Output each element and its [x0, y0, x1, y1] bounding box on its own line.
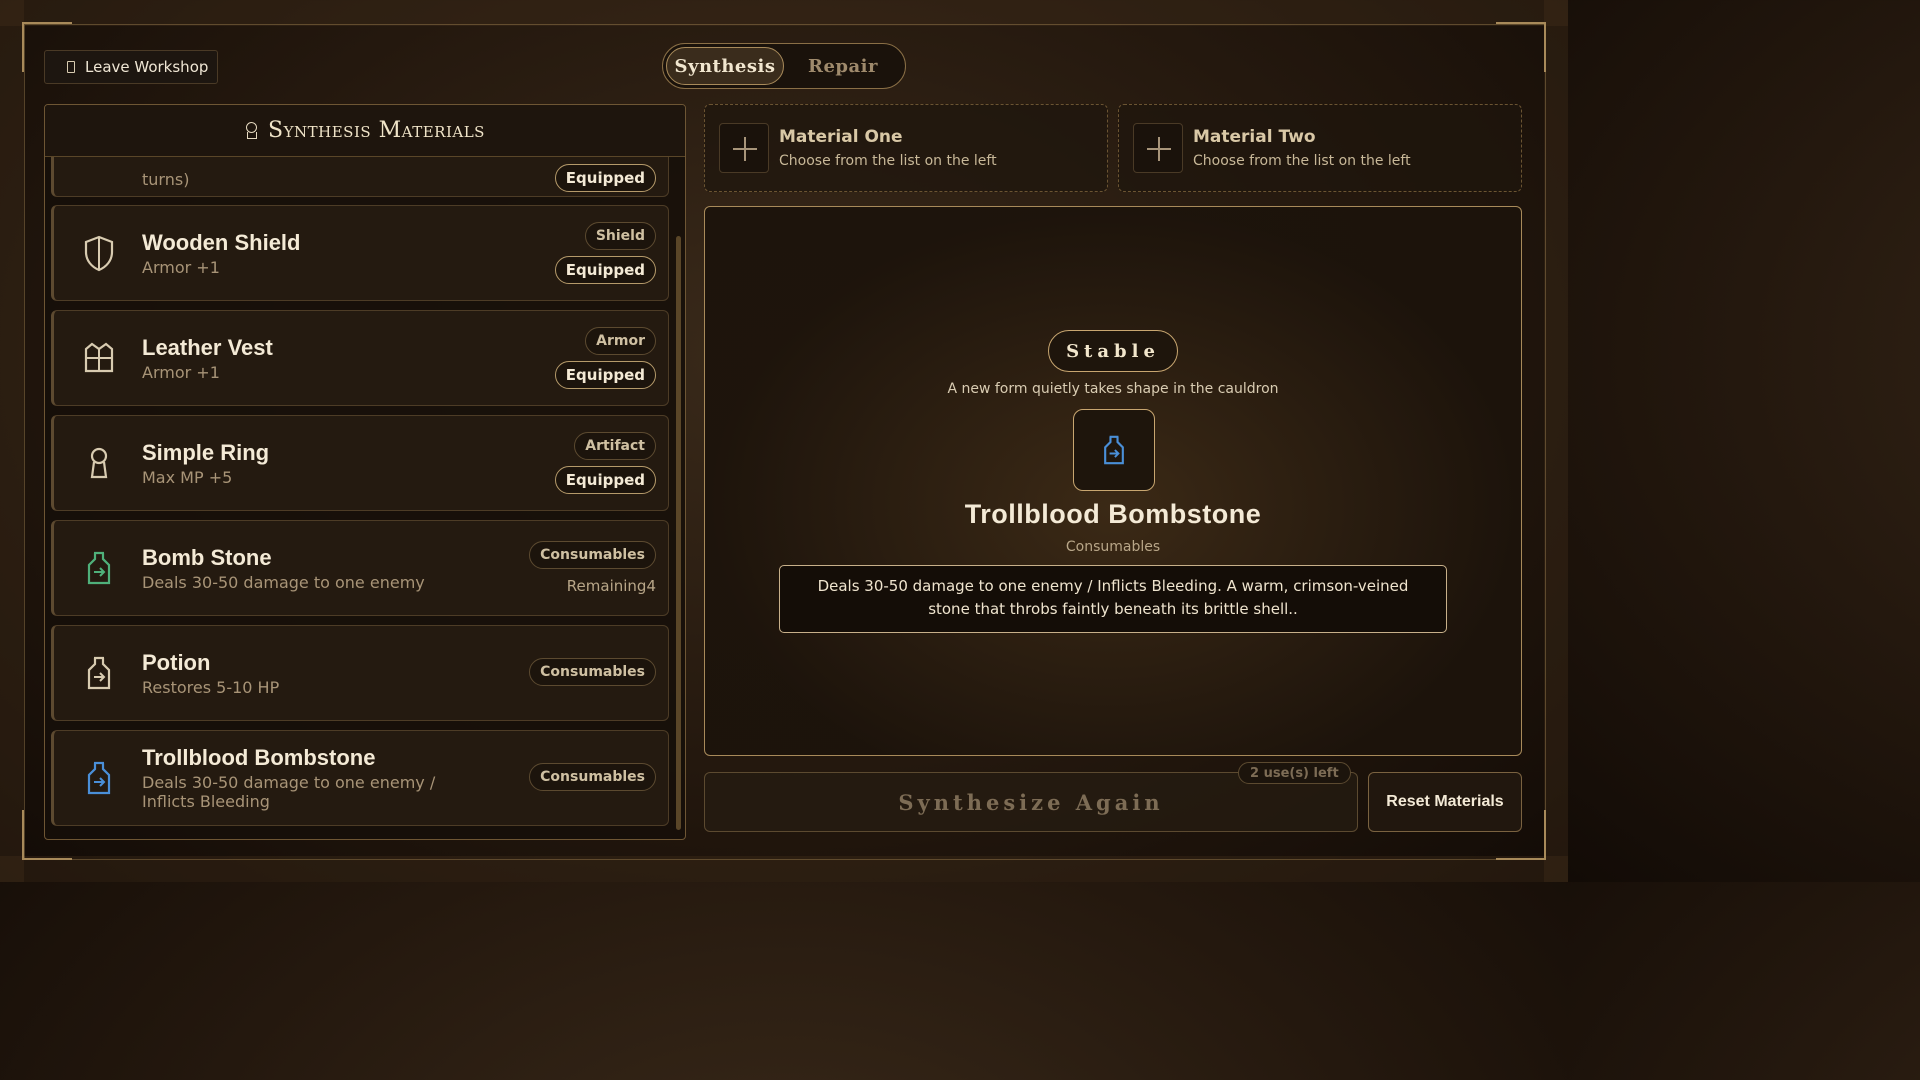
door-icon [67, 61, 75, 73]
item-description: Deals 30-50 damage to one enemy [142, 573, 425, 592]
ring-icon [245, 122, 258, 139]
reset-materials-button[interactable]: Reset Materials [1368, 772, 1522, 832]
list-item-bomb-stone[interactable]: Bomb Stone Deals 30-50 damage to one ene… [51, 520, 669, 616]
bottle-icon [87, 656, 111, 690]
list-item-trollblood-bombstone[interactable]: Trollblood Bombstone Deals 30-50 damage … [51, 730, 669, 826]
materials-list[interactable]: turns) Equipped Wooden Shield Armor +1 S… [51, 105, 669, 837]
list-item-leather-vest[interactable]: Leather Vest Armor +1 Armor Equipped [51, 310, 669, 406]
slot-hint: Choose from the list on the left [1193, 153, 1411, 169]
bottle-icon [87, 761, 111, 795]
item-name: Bomb Stone [142, 545, 272, 570]
shield-icon [84, 235, 114, 272]
slot-title: Material One [779, 127, 903, 147]
list-item-potion[interactable]: Potion Restores 5-10 HP Consumables [51, 625, 669, 721]
slot-title: Material Two [1193, 127, 1316, 147]
synthesis-result-panel: Stable A new form quietly takes shape in… [704, 206, 1522, 756]
slot-hint: Choose from the list on the left [779, 153, 997, 169]
materials-panel: Synthesis Materials turns) Equipped Wood… [44, 104, 686, 840]
leave-workshop-button[interactable]: Leave Workshop [44, 50, 218, 84]
equipped-badge: Equipped [554, 466, 656, 494]
mode-tabs: Synthesis Repair [662, 43, 906, 89]
material-one-slot[interactable]: Material One Choose from the list on the… [704, 104, 1108, 192]
plus-icon [719, 123, 769, 173]
item-description: Armor +1 [142, 363, 220, 382]
vest-icon [84, 342, 114, 373]
tab-synthesis[interactable]: Synthesis [666, 47, 784, 85]
category-badge: Consumables [529, 541, 656, 569]
list-item-simple-ring[interactable]: Simple Ring Max MP +5 Artifact Equipped [51, 415, 669, 511]
result-item-name: Trollblood Bombstone [964, 499, 1262, 529]
plus-icon [1133, 123, 1183, 173]
bottle-icon [87, 551, 111, 585]
item-description: Armor +1 [142, 258, 220, 277]
item-description: Max MP +5 [142, 468, 233, 487]
remaining-count: Remaining4 [566, 577, 656, 595]
uses-left-badge: 2 use(s) left [1238, 762, 1351, 784]
frame-corner [1496, 22, 1546, 72]
material-two-slot[interactable]: Material Two Choose from the list on the… [1118, 104, 1522, 192]
equipped-badge: Equipped [554, 361, 656, 389]
item-name: Simple Ring [142, 440, 270, 465]
ring-icon [90, 447, 108, 479]
materials-panel-header: Synthesis Materials [45, 105, 685, 157]
stability-badge: Stable [1048, 330, 1178, 372]
item-name: Trollblood Bombstone [142, 745, 376, 770]
item-description: turns) [142, 170, 190, 189]
category-badge: Shield [584, 222, 656, 250]
list-item-wooden-shield[interactable]: Wooden Shield Armor +1 Shield Equipped [51, 205, 669, 301]
equipped-badge: Equipped [554, 164, 656, 192]
category-badge: Armor [585, 327, 656, 355]
equipped-badge: Equipped [554, 256, 656, 284]
item-description: Deals 30-50 damage to one enemy / Inflic… [142, 773, 436, 811]
materials-scrollbar[interactable] [676, 236, 681, 830]
result-item-category: Consumables [1065, 539, 1161, 555]
result-item-description: Deals 30-50 damage to one enemy / Inflic… [779, 565, 1447, 633]
bottle-icon [1104, 435, 1124, 465]
tab-repair[interactable]: Repair [784, 47, 902, 85]
category-badge: Consumables [529, 658, 656, 686]
materials-panel-title: Synthesis Materials [268, 118, 485, 143]
item-name: Leather Vest [142, 335, 273, 360]
item-name: Potion [142, 650, 211, 675]
category-badge: Artifact [574, 432, 656, 460]
item-name: Wooden Shield [142, 230, 301, 255]
leave-workshop-label: Leave Workshop [85, 58, 209, 76]
category-badge: Consumables [529, 763, 656, 791]
result-item-frame [1073, 409, 1155, 491]
result-message: A new form quietly takes shape in the ca… [947, 381, 1279, 397]
item-description: Restores 5-10 HP [142, 678, 280, 697]
